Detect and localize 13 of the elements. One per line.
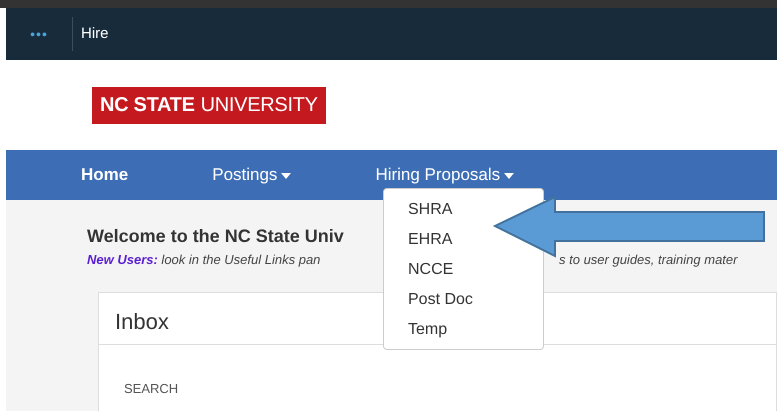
dropdown-item[interactable]: Temp: [384, 315, 472, 345]
welcome-heading: Welcome to the NC State Univ: [87, 226, 344, 248]
dropdown-item[interactable]: EHRA: [384, 225, 476, 255]
search-label: SEARCH: [124, 380, 178, 396]
app-title: Hire: [80, 24, 109, 44]
university-logo: NC STATE UNIVERSITY: [92, 86, 326, 124]
welcome-text: New Users: look in the Useful Links pan: [87, 251, 320, 269]
nav-link[interactable]: Home: [81, 162, 128, 188]
nav-link[interactable]: Postings: [212, 162, 292, 188]
nav-link[interactable]: Hiring Proposals: [375, 162, 514, 188]
welcome-text: s to user guides, training mater: [559, 251, 738, 269]
dropdown-item[interactable]: NCCE: [384, 255, 478, 285]
dropdown-item[interactable]: SHRA: [384, 195, 476, 225]
